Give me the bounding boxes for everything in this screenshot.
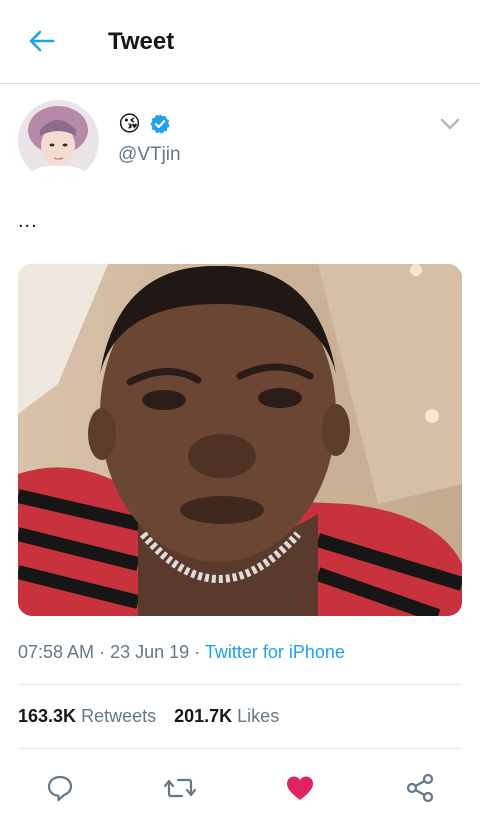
verified-badge-icon <box>149 113 171 135</box>
retweets-label: Retweets <box>81 706 157 726</box>
tweet-time: 07:58 AM <box>18 642 95 662</box>
retweets-count: 163.3K <box>18 706 77 726</box>
back-button[interactable] <box>24 26 58 56</box>
divider <box>18 748 462 749</box>
tweet-source-link[interactable]: Twitter for iPhone <box>205 642 345 662</box>
avatar[interactable] <box>18 100 99 181</box>
likes-stat[interactable]: 201.7K Likes <box>174 706 279 727</box>
user-handle[interactable]: @VTjin <box>118 144 181 166</box>
tweet-author: 😘 @VTjin <box>18 100 462 184</box>
divider <box>18 684 462 685</box>
tweet-text: ... <box>18 210 38 232</box>
share-icon <box>406 773 434 803</box>
meta-separator: · <box>194 642 201 662</box>
arrow-left-icon <box>29 30 55 52</box>
share-button[interactable] <box>400 768 440 808</box>
reply-button[interactable] <box>40 768 80 808</box>
chevron-down-icon <box>440 118 460 130</box>
tweet-meta: 07:58 AM · 23 Jun 19 · Twitter for iPhon… <box>18 642 345 663</box>
retweet-icon <box>164 778 196 798</box>
likes-count: 201.7K <box>174 706 233 726</box>
meta-separator: · <box>99 642 106 662</box>
page-title: Tweet <box>108 28 175 55</box>
heart-filled-icon <box>287 776 313 800</box>
tweet-stats: 163.3K Retweets 201.7K Likes <box>18 706 279 727</box>
like-button[interactable] <box>280 768 320 808</box>
retweet-button[interactable] <box>160 768 200 808</box>
tweet-media-image[interactable] <box>18 264 462 616</box>
likes-label: Likes <box>237 706 280 726</box>
reply-icon <box>47 775 73 802</box>
tweet-menu-button[interactable] <box>438 112 462 136</box>
display-name-emoji: 😘 <box>118 111 141 136</box>
top-bar: Tweet <box>0 0 480 84</box>
tweet-date: 23 Jun 19 <box>110 642 190 662</box>
action-bar <box>0 762 480 812</box>
retweets-stat[interactable]: 163.3K Retweets <box>18 706 156 727</box>
name-row[interactable]: 😘 <box>118 112 171 136</box>
